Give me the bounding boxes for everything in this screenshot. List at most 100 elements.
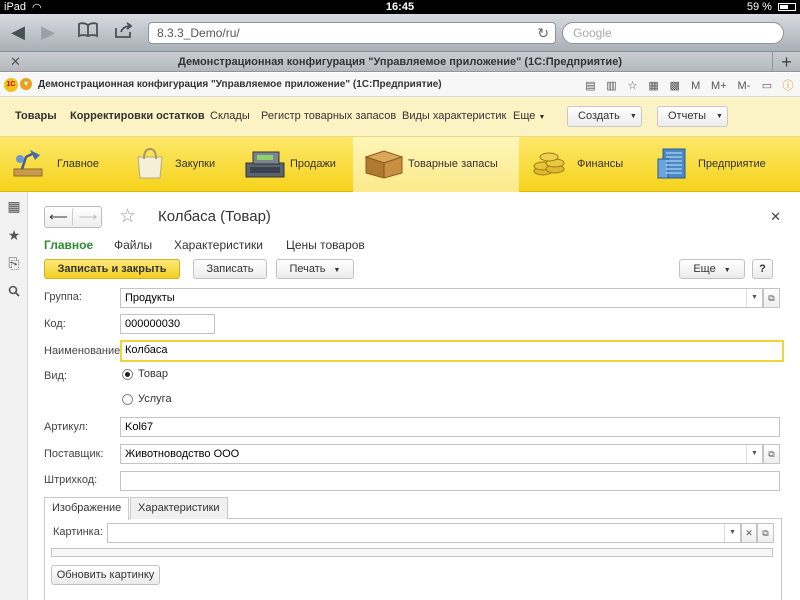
form-title: Колбаса (Товар) bbox=[158, 208, 271, 225]
battery-icon bbox=[778, 3, 796, 12]
building-icon bbox=[657, 148, 686, 179]
dropdown-icon[interactable]: ▼ bbox=[746, 445, 762, 463]
new-tab-icon[interactable]: + bbox=[772, 52, 800, 72]
supplier-field[interactable]: Животноводство ООО ▼ bbox=[120, 444, 763, 464]
close-form-icon[interactable]: ✕ bbox=[770, 209, 781, 225]
section-label: Товарные запасы bbox=[408, 158, 498, 170]
search-input[interactable]: Google bbox=[562, 22, 784, 44]
section-menu: Товары Корректировки остатков Склады Рег… bbox=[0, 97, 800, 137]
section-label: Главное bbox=[57, 158, 100, 170]
bookmarks-icon[interactable] bbox=[76, 20, 100, 44]
save-and-close-button[interactable]: Записать и закрыть bbox=[44, 259, 180, 279]
radio-unchecked-icon bbox=[122, 393, 133, 405]
chevron-down-icon: ▼ bbox=[538, 114, 546, 121]
sections-grid-icon[interactable]: ▦ bbox=[0, 198, 28, 215]
calendar-icon[interactable]: ▦ bbox=[648, 79, 660, 92]
cash-register-icon bbox=[245, 151, 285, 178]
picture-area bbox=[51, 548, 773, 557]
back-arrow-icon[interactable]: ⟵ bbox=[45, 209, 73, 225]
tab-main[interactable]: Главное bbox=[44, 238, 93, 252]
dropdown-icon[interactable]: ▼ bbox=[724, 524, 740, 542]
memory-plus-button[interactable]: M+ bbox=[711, 80, 727, 92]
menu-item-stock-adjustments[interactable]: Корректировки остатков bbox=[70, 110, 205, 122]
favorites-star-icon[interactable]: ★ bbox=[0, 227, 28, 244]
history-icon[interactable]: ⎘ bbox=[0, 255, 28, 272]
favorites-icon[interactable]: ☆ bbox=[627, 79, 639, 92]
window-icon[interactable]: ▭ bbox=[761, 79, 773, 92]
open-supplier-icon[interactable]: ⧉ bbox=[763, 444, 780, 464]
share-icon[interactable] bbox=[112, 20, 136, 44]
open-picture-icon[interactable]: ⧉ bbox=[757, 523, 774, 543]
memory-minus-button[interactable]: M- bbox=[736, 80, 752, 92]
name-field[interactable]: Колбаса bbox=[120, 340, 784, 362]
picture-field[interactable]: ▼ bbox=[107, 523, 741, 543]
browser-tab-title[interactable]: Демонстрационная конфигурация "Управляем… bbox=[0, 56, 800, 68]
clear-picture-icon[interactable]: ✕ bbox=[741, 523, 757, 543]
code-field[interactable]: 000000030 bbox=[120, 314, 215, 334]
menu-item-warehouses[interactable]: Склады bbox=[210, 110, 250, 122]
forward-icon[interactable]: ▶ bbox=[36, 20, 60, 44]
form-navigation: ⟵ ⟶ bbox=[44, 206, 102, 228]
menu-more-button[interactable]: Еще ▼ bbox=[513, 110, 545, 122]
supplier-value: Животноводство ООО bbox=[125, 448, 240, 460]
battery-percent: 59 % bbox=[746, 1, 772, 13]
group-field[interactable]: Продукты ▼ bbox=[120, 288, 763, 308]
create-button[interactable]: Создать ▼ bbox=[567, 106, 642, 127]
dropdown-icon[interactable]: ▼ bbox=[746, 289, 762, 307]
kind-radio-goods[interactable]: Товар bbox=[122, 368, 168, 380]
tab-image[interactable]: Изображение bbox=[44, 497, 130, 520]
menu-item-goods[interactable]: Товары bbox=[15, 110, 57, 122]
box-icon bbox=[364, 150, 404, 179]
section-label: Закупки bbox=[175, 158, 216, 170]
more-button[interactable]: Еще ▼ bbox=[679, 259, 745, 279]
section-inventory[interactable]: Товарные запасы bbox=[353, 137, 519, 192]
search-icon[interactable] bbox=[0, 284, 28, 300]
section-sales[interactable]: Продажи bbox=[233, 137, 353, 192]
tab-files[interactable]: Файлы bbox=[114, 238, 152, 252]
info-icon[interactable]: ⓘ bbox=[782, 77, 794, 93]
link-icon[interactable]: ▤ bbox=[584, 79, 596, 92]
article-field[interactable]: Kol67 bbox=[120, 417, 780, 437]
history-icon[interactable]: ▥ bbox=[606, 79, 618, 92]
section-label: Продажи bbox=[290, 158, 336, 170]
save-button[interactable]: Записать bbox=[193, 259, 267, 279]
kind-radio-service[interactable]: Услуга bbox=[122, 393, 172, 405]
refresh-picture-button[interactable]: Обновить картинку bbox=[51, 565, 160, 585]
code-label: Код: bbox=[44, 318, 66, 330]
print-button[interactable]: Печать ▼ bbox=[276, 259, 354, 279]
menu-item-stock-register[interactable]: Регистр товарных запасов bbox=[261, 110, 396, 122]
print-button-label: Печать bbox=[289, 263, 326, 275]
radio-checked-icon bbox=[122, 368, 133, 380]
chevron-down-icon: ▼ bbox=[333, 267, 341, 274]
memory-m-button[interactable]: M bbox=[690, 80, 702, 92]
tab-panel-characteristics[interactable]: Характеристики bbox=[130, 497, 228, 519]
help-button[interactable]: ? bbox=[752, 259, 773, 279]
address-bar[interactable]: 8.3.3_Demo/ru/ ↻ bbox=[148, 22, 556, 44]
open-group-icon[interactable]: ⧉ bbox=[763, 288, 780, 308]
main-menu-icon[interactable]: ▾ bbox=[20, 78, 32, 90]
supplier-label: Поставщик: bbox=[44, 448, 104, 460]
section-purchases[interactable]: Закупки bbox=[118, 137, 233, 192]
section-label: Предприятие bbox=[698, 158, 766, 170]
reports-button-label: Отчеты bbox=[668, 110, 707, 122]
more-button-label: Еще bbox=[693, 263, 716, 275]
section-enterprise[interactable]: Предприятие bbox=[639, 137, 800, 192]
reload-icon[interactable]: ↻ bbox=[537, 25, 549, 42]
menu-item-characteristic-types[interactable]: Виды характеристик bbox=[402, 110, 506, 122]
section-finance[interactable]: Финансы bbox=[519, 137, 639, 192]
barcode-field[interactable] bbox=[120, 471, 780, 491]
calculator-icon[interactable]: ▩ bbox=[669, 79, 681, 92]
app-title: Демонстрационная конфигурация "Управляем… bbox=[38, 79, 442, 90]
reports-button[interactable]: Отчеты ▼ bbox=[657, 106, 728, 127]
picture-label: Картинка: bbox=[53, 526, 103, 538]
back-icon[interactable]: ◀ bbox=[6, 20, 30, 44]
create-button-label: Создать bbox=[578, 110, 620, 122]
section-main[interactable]: Главное bbox=[0, 137, 118, 192]
section-label: Финансы bbox=[577, 158, 624, 170]
tab-characteristics[interactable]: Характеристики bbox=[174, 238, 263, 252]
tab-prices[interactable]: Цены товаров bbox=[286, 238, 365, 252]
address-text: 8.3.3_Demo/ru/ bbox=[157, 26, 240, 40]
kind-label: Вид: bbox=[44, 370, 67, 382]
favorite-star-icon[interactable]: ☆ bbox=[119, 205, 136, 228]
forward-arrow-icon[interactable]: ⟶ bbox=[74, 209, 102, 225]
